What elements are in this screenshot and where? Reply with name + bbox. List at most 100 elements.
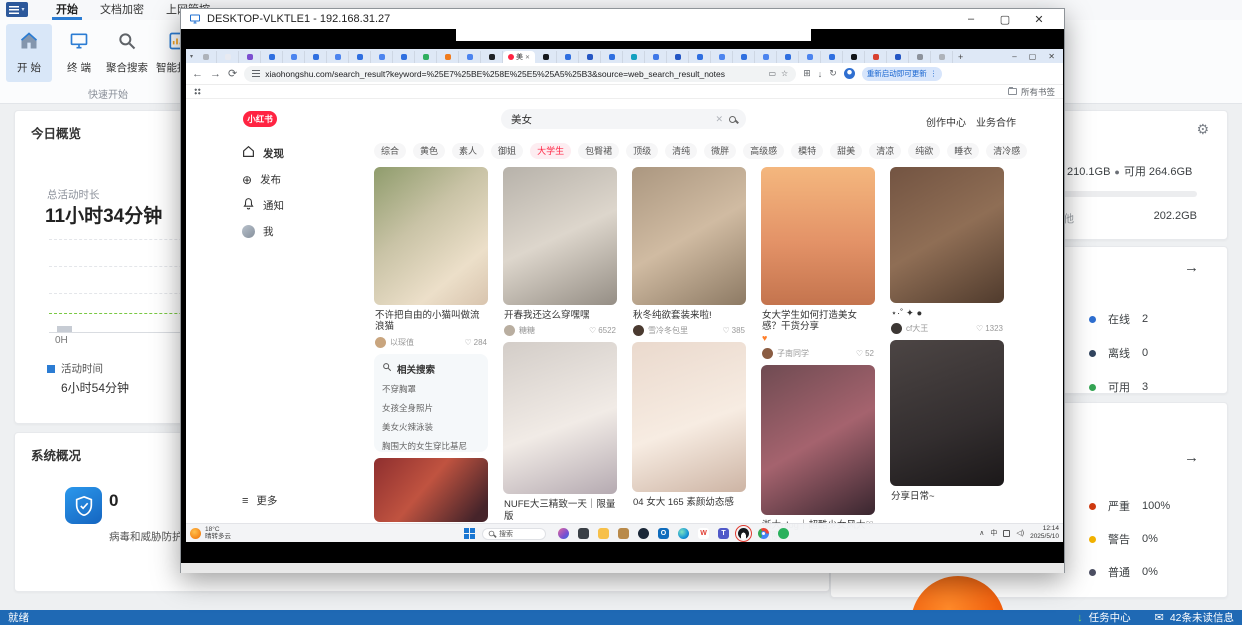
browser-tab[interactable] <box>459 51 482 63</box>
browser-close-button[interactable]: ✕ <box>1048 52 1055 61</box>
address-bar[interactable]: xiaohongshu.com/search_result?keyword=%2… <box>244 65 797 82</box>
browser-tab[interactable] <box>777 51 800 63</box>
note-caption[interactable]: 女大学生如何打造美女感？干货分享 <box>762 310 874 333</box>
related-search-item[interactable]: 美女火辣泳装 <box>382 421 480 433</box>
app-menu-icon[interactable]: ▾ <box>6 2 28 17</box>
bookmark-star-icon[interactable]: ☆ <box>781 69 788 78</box>
browser-tab[interactable] <box>887 51 910 63</box>
browser-tab[interactable] <box>755 51 778 63</box>
taskbar-search[interactable]: 搜索 <box>482 527 546 540</box>
ribbon-button-home[interactable]: 开 始 <box>6 24 52 82</box>
note-caption[interactable]: 开春我还这么穿嘿嘿 <box>504 310 616 321</box>
browser-tab[interactable] <box>535 51 558 63</box>
browser-tab[interactable] <box>481 51 504 63</box>
relaunch-update-button[interactable]: 重新启动即可更新 ⋮ <box>861 66 943 81</box>
author-name[interactable]: 糖糖 <box>519 325 585 336</box>
like-count[interactable]: ♡ 284 <box>464 338 487 347</box>
wps-icon[interactable]: W <box>698 527 709 539</box>
browser-tab[interactable] <box>579 51 602 63</box>
sidebar-item-home[interactable]: 发现 <box>242 145 284 162</box>
browser-tab[interactable] <box>843 51 866 63</box>
volume-icon[interactable]: ◁) <box>1016 529 1024 537</box>
browser-tab[interactable] <box>393 51 416 63</box>
forward-button[interactable]: → <box>210 68 221 80</box>
browser-tab[interactable] <box>437 51 460 63</box>
browser-tab[interactable] <box>415 51 438 63</box>
sidebar-item-plus[interactable]: ⊕ 发布 <box>242 171 284 188</box>
browser-minimize-button[interactable]: – <box>1012 52 1016 61</box>
cast-icon[interactable]: ▭ <box>768 69 776 78</box>
menu-dots-icon[interactable]: ⋮ <box>930 69 938 78</box>
weather-widget[interactable]: 18°C 晴转多云 <box>190 526 231 541</box>
like-count[interactable]: ♡ 52 <box>856 349 874 358</box>
browser-tab[interactable] <box>557 51 580 63</box>
browser-tab[interactable] <box>623 51 646 63</box>
note-image[interactable] <box>632 342 746 493</box>
browser-tab[interactable] <box>327 51 350 63</box>
tab-close-icon[interactable]: ✕ <box>525 54 530 61</box>
extensions-icon[interactable]: ⊞ <box>803 68 811 79</box>
tab-search-chevron-icon[interactable]: ▾ <box>188 53 195 63</box>
browser-tab[interactable] <box>711 51 734 63</box>
note-caption[interactable]: 秋冬纯欲套装来啦! <box>633 310 745 321</box>
note-caption[interactable]: 04 女大 165 素颜幼态感 <box>633 497 745 508</box>
host-tab-start[interactable]: 开始 <box>52 0 82 20</box>
all-bookmarks-button[interactable]: 所有书签 <box>1007 86 1055 98</box>
browser-tab[interactable] <box>261 51 284 63</box>
page-search-input[interactable]: 美女 ✕ <box>501 109 746 129</box>
like-count[interactable]: ♡ 1323 <box>976 324 1003 333</box>
browser-tab[interactable] <box>239 51 262 63</box>
author-avatar[interactable] <box>504 325 515 337</box>
wechat-icon[interactable] <box>778 527 789 539</box>
note-image[interactable] <box>761 364 875 515</box>
ribbon-button-search[interactable]: 聚合搜索 <box>104 24 150 82</box>
explorer-icon[interactable] <box>598 527 609 539</box>
copilot-icon[interactable] <box>558 527 569 539</box>
note-caption[interactable]: 不许把自由的小猫叫做流浪猫 <box>375 310 487 333</box>
host-tab-doc-encrypt[interactable]: 文档加密 <box>96 0 148 20</box>
author-avatar[interactable] <box>375 336 386 348</box>
ime-indicator[interactable]: 中 <box>990 528 997 538</box>
store-icon[interactable] <box>618 527 629 539</box>
filter-chip[interactable]: 清冷感 <box>986 143 1028 159</box>
arrow-right-icon[interactable]: → <box>1184 259 1199 276</box>
profile-avatar[interactable] <box>843 68 855 79</box>
minimize-button[interactable]: – <box>954 13 988 26</box>
clock[interactable]: 12:14 2025/5/10 <box>1030 525 1059 541</box>
browser-tab[interactable] <box>195 51 218 63</box>
unread-messages-link[interactable]: 42条未读信息 <box>1170 610 1234 625</box>
browser-tab[interactable] <box>601 51 624 63</box>
browser-tab[interactable] <box>931 51 954 63</box>
browser-tab[interactable] <box>283 51 306 63</box>
browser-tab[interactable] <box>305 51 328 63</box>
filter-chip[interactable]: 素人 <box>452 143 485 159</box>
note-image[interactable] <box>374 457 488 522</box>
remote-window-titlebar[interactable]: DESKTOP-VLKTLE1 - 192.168.31.27 – ▢ ✕ <box>181 9 1064 29</box>
browser-tab[interactable] <box>349 51 372 63</box>
ribbon-button-terminal[interactable]: 终 端 <box>56 24 102 82</box>
sync-icon[interactable]: ↻ <box>829 68 837 79</box>
arrow-right-icon[interactable]: → <box>1184 449 1199 466</box>
like-count[interactable]: ♡ 385 <box>722 326 745 335</box>
clear-search-icon[interactable]: ✕ <box>715 114 723 125</box>
task-center-link[interactable]: 任务中心 <box>1089 610 1131 625</box>
filter-chip[interactable]: 清纯 <box>665 143 698 159</box>
back-button[interactable]: ← <box>192 68 203 80</box>
filter-chip[interactable]: 清凉 <box>869 143 902 159</box>
edge-icon[interactable] <box>678 527 689 539</box>
business-link[interactable]: 业务合作 <box>976 114 1016 129</box>
browser-tab[interactable] <box>689 51 712 63</box>
note-image[interactable] <box>632 167 746 305</box>
site-settings-icon[interactable] <box>252 70 261 77</box>
qq-icon[interactable] <box>735 524 752 542</box>
start-button[interactable] <box>464 528 475 539</box>
filter-chip[interactable]: 综合 <box>374 143 407 159</box>
related-search-item[interactable]: 胸围大的女生穿比基尼 <box>382 440 480 452</box>
close-button[interactable]: ✕ <box>1022 13 1056 26</box>
note-caption[interactable]: 分享日常~ <box>891 491 1003 502</box>
active-browser-tab[interactable]: 美 ✕ <box>503 51 536 63</box>
note-image[interactable] <box>761 167 875 305</box>
filter-chip[interactable]: 睡衣 <box>947 143 980 159</box>
filter-chip[interactable]: 高级感 <box>743 143 785 159</box>
filter-chip[interactable]: 纯欲 <box>908 143 941 159</box>
